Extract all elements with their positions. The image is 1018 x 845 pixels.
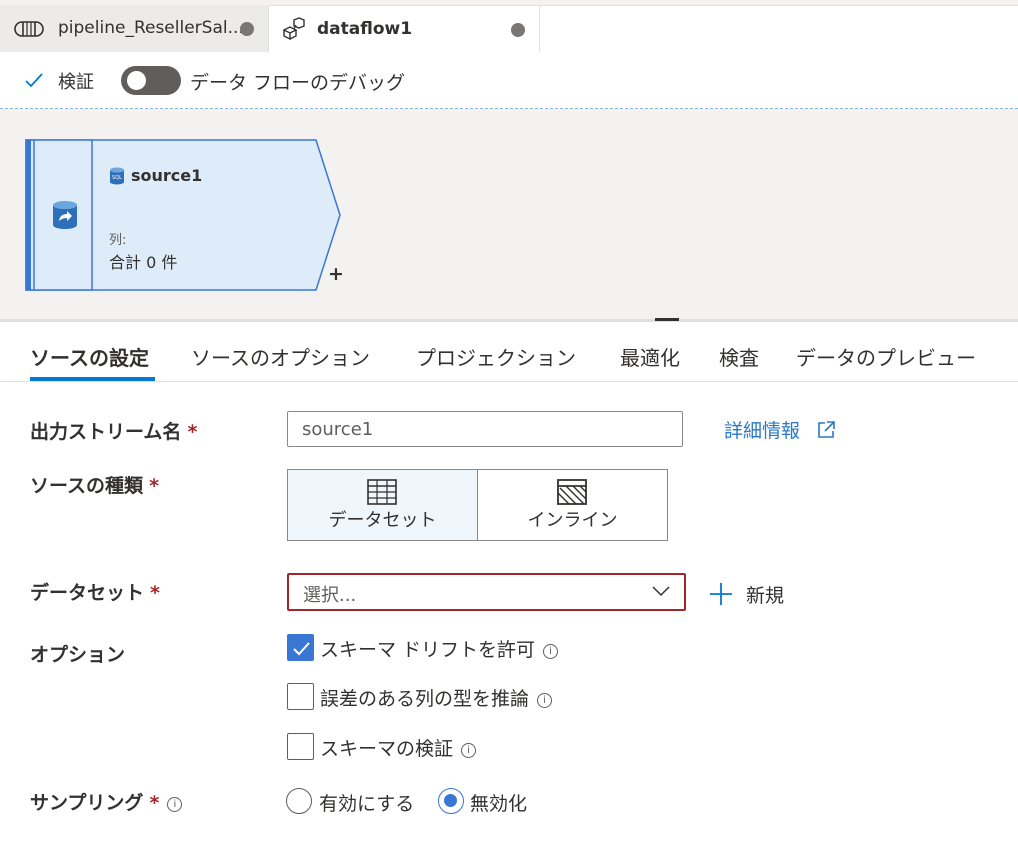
tab-pipeline-label: pipeline_ResellerSal...	[58, 18, 244, 38]
panel-splitter[interactable]	[0, 319, 1018, 322]
source-type-label: ソースの種類 *	[30, 475, 159, 497]
sampling-enable-label[interactable]: 有効にする	[319, 789, 414, 816]
node-columns-value: 合計 0 件	[109, 253, 178, 272]
stream-name-input[interactable]: source1	[287, 411, 683, 447]
dataset-label: データセット *	[30, 582, 160, 604]
tab-pipeline[interactable]: pipeline_ResellerSal...	[0, 5, 268, 52]
external-link-icon[interactable]	[816, 420, 836, 440]
checkmark-icon	[293, 642, 310, 656]
debug-toggle[interactable]	[121, 66, 181, 95]
info-icon[interactable]: i	[543, 644, 559, 659]
inline-icon	[557, 479, 587, 505]
tab-source-settings[interactable]: ソースの設定	[30, 342, 149, 371]
dataset-dropdown[interactable]: 選択...	[287, 573, 686, 611]
node-title: source1	[131, 166, 203, 185]
add-icon[interactable]	[708, 581, 734, 607]
options-label: オプション	[30, 644, 126, 666]
toggle-knob	[127, 71, 146, 90]
source-database-icon	[53, 201, 77, 229]
splitter-handle[interactable]	[655, 318, 679, 321]
sampling-label: サンプリング * i	[30, 788, 183, 815]
unsaved-dot	[511, 23, 525, 37]
tab-bar: pipeline_ResellerSal... dataflow1	[0, 0, 1018, 53]
checkmark-icon[interactable]	[24, 70, 44, 90]
tab-dataflow-label: dataflow1	[317, 19, 413, 39]
unsaved-dot	[240, 22, 254, 36]
sampling-disable-radio[interactable]	[438, 788, 464, 814]
tab-optimize[interactable]: 最適化	[620, 342, 680, 371]
schema-drift-label: スキーマ ドリフトを許可 i	[320, 635, 559, 662]
dataset-option-label: データセット	[328, 510, 437, 531]
tab-inspect[interactable]: 検査	[719, 342, 759, 371]
tab-projection[interactable]: プロジェクション	[416, 342, 576, 371]
settings-tabs: ソースの設定 ソースのオプション プロジェクション 最適化 検査 データのプレビ…	[0, 330, 1018, 382]
info-icon[interactable]: i	[461, 743, 477, 758]
infer-types-label: 誤差のある列の型を推論 i	[320, 684, 553, 711]
new-dataset-button[interactable]: 新規	[746, 581, 784, 608]
dataset-placeholder: 選択...	[303, 585, 357, 606]
node-columns-label: 列:	[109, 233, 127, 248]
dataflow-canvas[interactable]: SQL source1 列: 合計 0 件 +	[0, 109, 1018, 319]
schema-drift-checkbox[interactable]	[287, 634, 314, 661]
sampling-disable-label[interactable]: 無効化	[470, 789, 527, 816]
source-type-dataset-button[interactable]: データセット	[287, 469, 478, 541]
add-transform-button[interactable]: +	[328, 263, 344, 285]
pipeline-icon	[14, 21, 44, 37]
stream-name-label: 出力ストリーム名 *	[30, 421, 198, 443]
tab-source-options[interactable]: ソースのオプション	[191, 342, 370, 371]
chevron-down-icon	[652, 586, 670, 597]
table-icon	[367, 479, 397, 505]
debug-label: データ フローのデバッグ	[190, 72, 406, 94]
dataflow-icon	[282, 17, 305, 41]
infer-types-checkbox[interactable]	[287, 683, 314, 710]
toolbar: 検証 データ フローのデバッグ	[0, 52, 1018, 108]
validate-schema-checkbox[interactable]	[287, 733, 314, 760]
source-node[interactable]: SQL source1 列: 合計 0 件 +	[25, 139, 344, 291]
info-icon[interactable]: i	[167, 797, 183, 812]
sampling-enable-radio[interactable]	[286, 788, 312, 814]
validate-schema-label: スキーマの検証 i	[320, 734, 477, 761]
source-type-inline-button[interactable]: インライン	[477, 469, 668, 541]
sql-icon: SQL	[110, 167, 124, 185]
tab-data-preview[interactable]: データのプレビュー	[796, 342, 976, 371]
active-tab-indicator	[30, 377, 155, 381]
validate-button[interactable]: 検証	[58, 68, 94, 94]
tab-bar-fill	[540, 5, 1018, 52]
info-icon[interactable]: i	[537, 693, 553, 708]
tab-dataflow[interactable]: dataflow1	[268, 5, 540, 53]
learn-more-link[interactable]: 詳細情報	[724, 416, 800, 443]
svg-text:SQL: SQL	[112, 175, 122, 181]
inline-option-label: インライン	[527, 510, 618, 531]
